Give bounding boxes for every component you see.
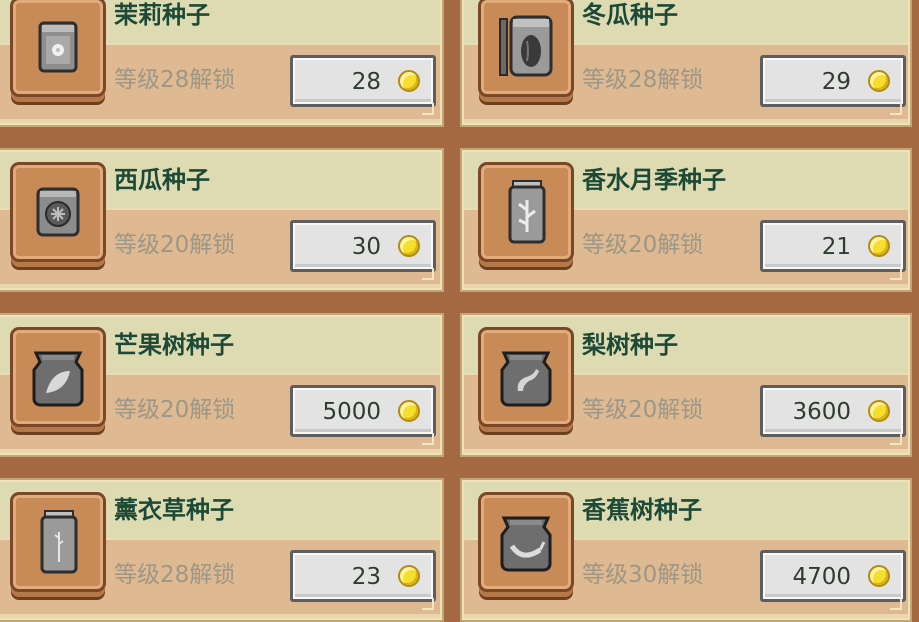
item-name: 芒果树种子 xyxy=(114,331,234,359)
corner-ornament xyxy=(422,103,434,115)
price-value: 28 xyxy=(351,69,381,95)
seed-card-rose[interactable]: 香水月季种子 等级20解锁 21 xyxy=(460,148,912,292)
buy-button[interactable]: 3600 xyxy=(760,385,906,437)
item-icon-frame xyxy=(478,162,574,262)
corner-ornament xyxy=(422,268,434,280)
seed-card-jasmine[interactable]: 茉莉种子 等级28解锁 28 xyxy=(0,0,444,127)
item-icon-frame xyxy=(10,327,106,427)
price-value: 4700 xyxy=(792,564,851,590)
buy-button[interactable]: 4700 xyxy=(760,550,906,602)
corner-ornament xyxy=(890,598,902,610)
item-name: 西瓜种子 xyxy=(114,166,210,194)
price-value: 30 xyxy=(351,234,381,260)
gold-coin-icon xyxy=(398,565,420,587)
unlock-requirement: 等级28解锁 xyxy=(114,562,236,588)
item-name: 冬瓜种子 xyxy=(582,1,678,29)
item-name: 梨树种子 xyxy=(582,331,678,359)
price-value: 29 xyxy=(821,69,851,95)
gold-coin-icon xyxy=(868,70,890,92)
item-name: 茉莉种子 xyxy=(114,1,210,29)
buy-button[interactable]: 21 xyxy=(760,220,906,272)
rose-seed-icon xyxy=(508,180,546,244)
unlock-requirement: 等级20解锁 xyxy=(114,232,236,258)
unlock-requirement: 等级20解锁 xyxy=(582,397,704,423)
unlock-requirement: 等级20解锁 xyxy=(114,397,236,423)
item-icon-frame xyxy=(10,492,106,592)
banana-tree-seed-icon xyxy=(500,516,552,572)
buy-button[interactable]: 30 xyxy=(290,220,436,272)
seed-card-lavender[interactable]: 薰衣草种子 等级28解锁 23 xyxy=(0,478,444,622)
seed-card-pear-tree[interactable]: 梨树种子 等级20解锁 3600 xyxy=(460,313,912,457)
gold-coin-icon xyxy=(398,235,420,257)
corner-ornament xyxy=(422,598,434,610)
gold-coin-icon xyxy=(868,565,890,587)
item-name: 香蕉树种子 xyxy=(582,496,702,524)
unlock-requirement: 等级20解锁 xyxy=(582,232,704,258)
item-icon-frame xyxy=(478,0,574,97)
item-name: 薰衣草种子 xyxy=(114,496,234,524)
mango-tree-seed-icon xyxy=(32,351,84,407)
item-icon-frame xyxy=(478,492,574,592)
corner-ornament xyxy=(890,103,902,115)
seed-card-winter-melon[interactable]: 冬瓜种子 等级28解锁 29 xyxy=(460,0,912,127)
buy-button[interactable]: 29 xyxy=(760,55,906,107)
item-name: 香水月季种子 xyxy=(582,166,726,194)
item-icon-frame xyxy=(10,0,106,97)
gold-coin-icon xyxy=(868,400,890,422)
price-value: 3600 xyxy=(792,399,851,425)
gold-coin-icon xyxy=(868,235,890,257)
price-value: 23 xyxy=(351,564,381,590)
seed-card-mango-tree[interactable]: 芒果树种子 等级20解锁 5000 xyxy=(0,313,444,457)
unlock-requirement: 等级28解锁 xyxy=(582,67,704,93)
buy-button[interactable]: 28 xyxy=(290,55,436,107)
jasmine-seed-icon xyxy=(38,21,78,73)
price-value: 21 xyxy=(821,234,851,260)
item-icon-frame xyxy=(10,162,106,262)
winter-melon-seed-icon xyxy=(499,15,553,77)
corner-ornament xyxy=(890,268,902,280)
price-value: 5000 xyxy=(322,399,381,425)
pear-tree-seed-icon xyxy=(500,351,552,407)
buy-button[interactable]: 23 xyxy=(290,550,436,602)
gold-coin-icon xyxy=(398,70,420,92)
corner-ornament xyxy=(422,433,434,445)
seed-card-banana-tree[interactable]: 香蕉树种子 等级30解锁 4700 xyxy=(460,478,912,622)
buy-button[interactable]: 5000 xyxy=(290,385,436,437)
unlock-requirement: 等级28解锁 xyxy=(114,67,236,93)
seed-card-watermelon[interactable]: 西瓜种子 等级20解锁 30 xyxy=(0,148,444,292)
item-icon-frame xyxy=(478,327,574,427)
corner-ornament xyxy=(890,433,902,445)
unlock-requirement: 等级30解锁 xyxy=(582,562,704,588)
watermelon-seed-icon xyxy=(36,187,80,237)
lavender-seed-icon xyxy=(40,510,78,574)
gold-coin-icon xyxy=(398,400,420,422)
